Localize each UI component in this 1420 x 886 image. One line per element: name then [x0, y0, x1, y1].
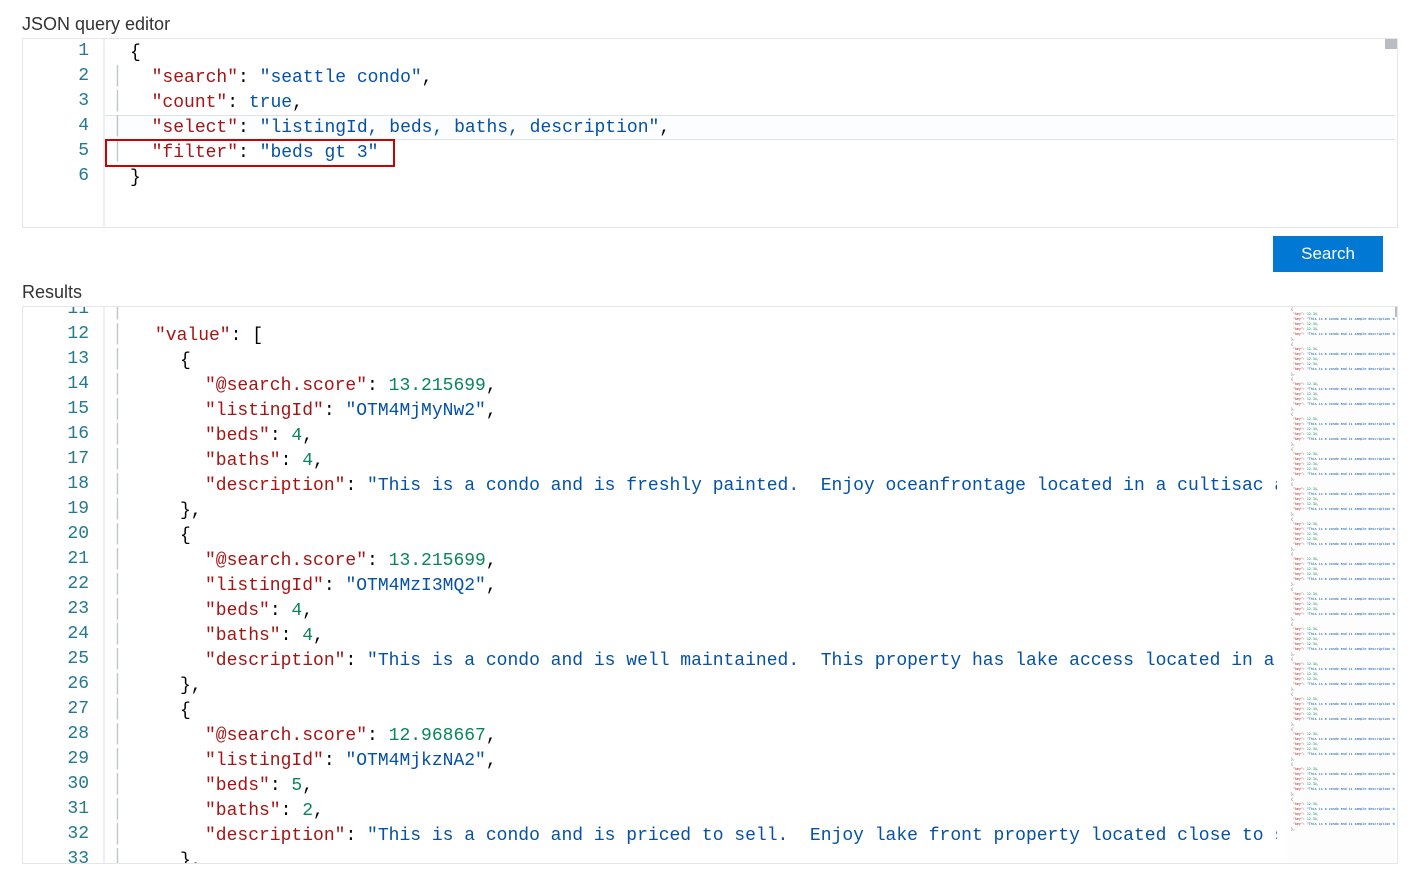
search-button[interactable]: Search — [1273, 236, 1383, 272]
editor-gutter: 123456 — [23, 39, 103, 227]
results-gutter: 1112131415161718192021222324252627282930… — [23, 306, 103, 863]
results-code-area[interactable]: │ │ "value": [│ {│ "@search.score": 13.2… — [105, 306, 1277, 863]
editor-section-label: JSON query editor — [22, 14, 1398, 35]
results-viewer[interactable]: 1112131415161718192021222324252627282930… — [22, 306, 1398, 864]
results-section-label: Results — [22, 282, 1398, 303]
minimap[interactable]: { "key": 12.34, "key": "This is a condo … — [1287, 307, 1395, 863]
json-query-editor[interactable]: 123456 {│ "search": "seattle condo",│ "c… — [22, 38, 1398, 228]
editor-code-area[interactable]: {│ "search": "seattle condo",│ "count": … — [105, 39, 1397, 227]
